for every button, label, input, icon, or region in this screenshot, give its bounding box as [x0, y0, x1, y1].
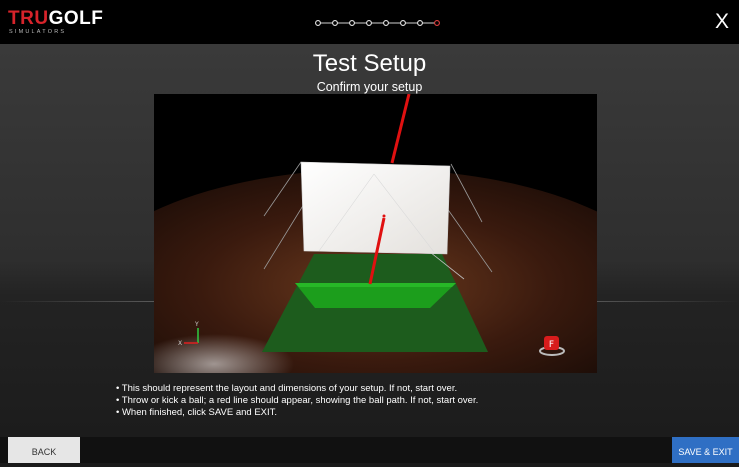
instruction-item: • This should represent the layout and d… — [116, 383, 458, 394]
setup-3d-preview[interactable]: Y X F — [154, 94, 597, 373]
bottom-bar: BACK SAVE & EXIT — [0, 437, 739, 463]
setup-3d-scene: Y X F — [154, 94, 597, 373]
axis-x-label: X — [178, 340, 182, 347]
step-progress-indicator — [315, 20, 440, 26]
close-button[interactable]: X — [711, 10, 733, 34]
top-bar: TRUGOLF SIMULATORS X — [0, 0, 739, 44]
logo-golf: GOLF — [48, 8, 104, 29]
flag-label: F — [549, 340, 554, 350]
logo-subtitle: SIMULATORS — [9, 29, 67, 35]
progress-step-current — [434, 20, 440, 26]
instruction-item: • When finished, click SAVE and EXIT. — [116, 407, 278, 418]
progress-step — [332, 20, 338, 26]
page-title: Test Setup — [312, 50, 427, 77]
logo-tru: TRU — [8, 8, 49, 29]
progress-step — [400, 20, 406, 26]
ball-impact-point — [382, 214, 386, 218]
trugolf-logo: TRUGOLF SIMULATORS — [8, 9, 103, 37]
progress-step — [315, 20, 321, 26]
progress-step — [383, 20, 389, 26]
progress-step — [366, 20, 372, 26]
instruction-item: • Throw or kick a ball; a red line shoul… — [116, 395, 479, 406]
ball-path-upper — [390, 94, 411, 164]
save-and-exit-button[interactable]: SAVE & EXIT — [672, 437, 739, 463]
page-subtitle: Confirm your setup — [316, 80, 423, 94]
logo-wordmark: TRUGOLF — [8, 9, 103, 29]
main-content: Test Setup Confirm your setup Y X F • Th… — [0, 44, 739, 437]
back-button[interactable]: BACK — [8, 437, 80, 463]
instructions-list: • This should represent the layout and d… — [116, 383, 676, 419]
axis-y-label: Y — [194, 321, 199, 328]
progress-step — [349, 20, 355, 26]
hitting-mat-edge — [295, 283, 456, 287]
progress-step — [417, 20, 423, 26]
